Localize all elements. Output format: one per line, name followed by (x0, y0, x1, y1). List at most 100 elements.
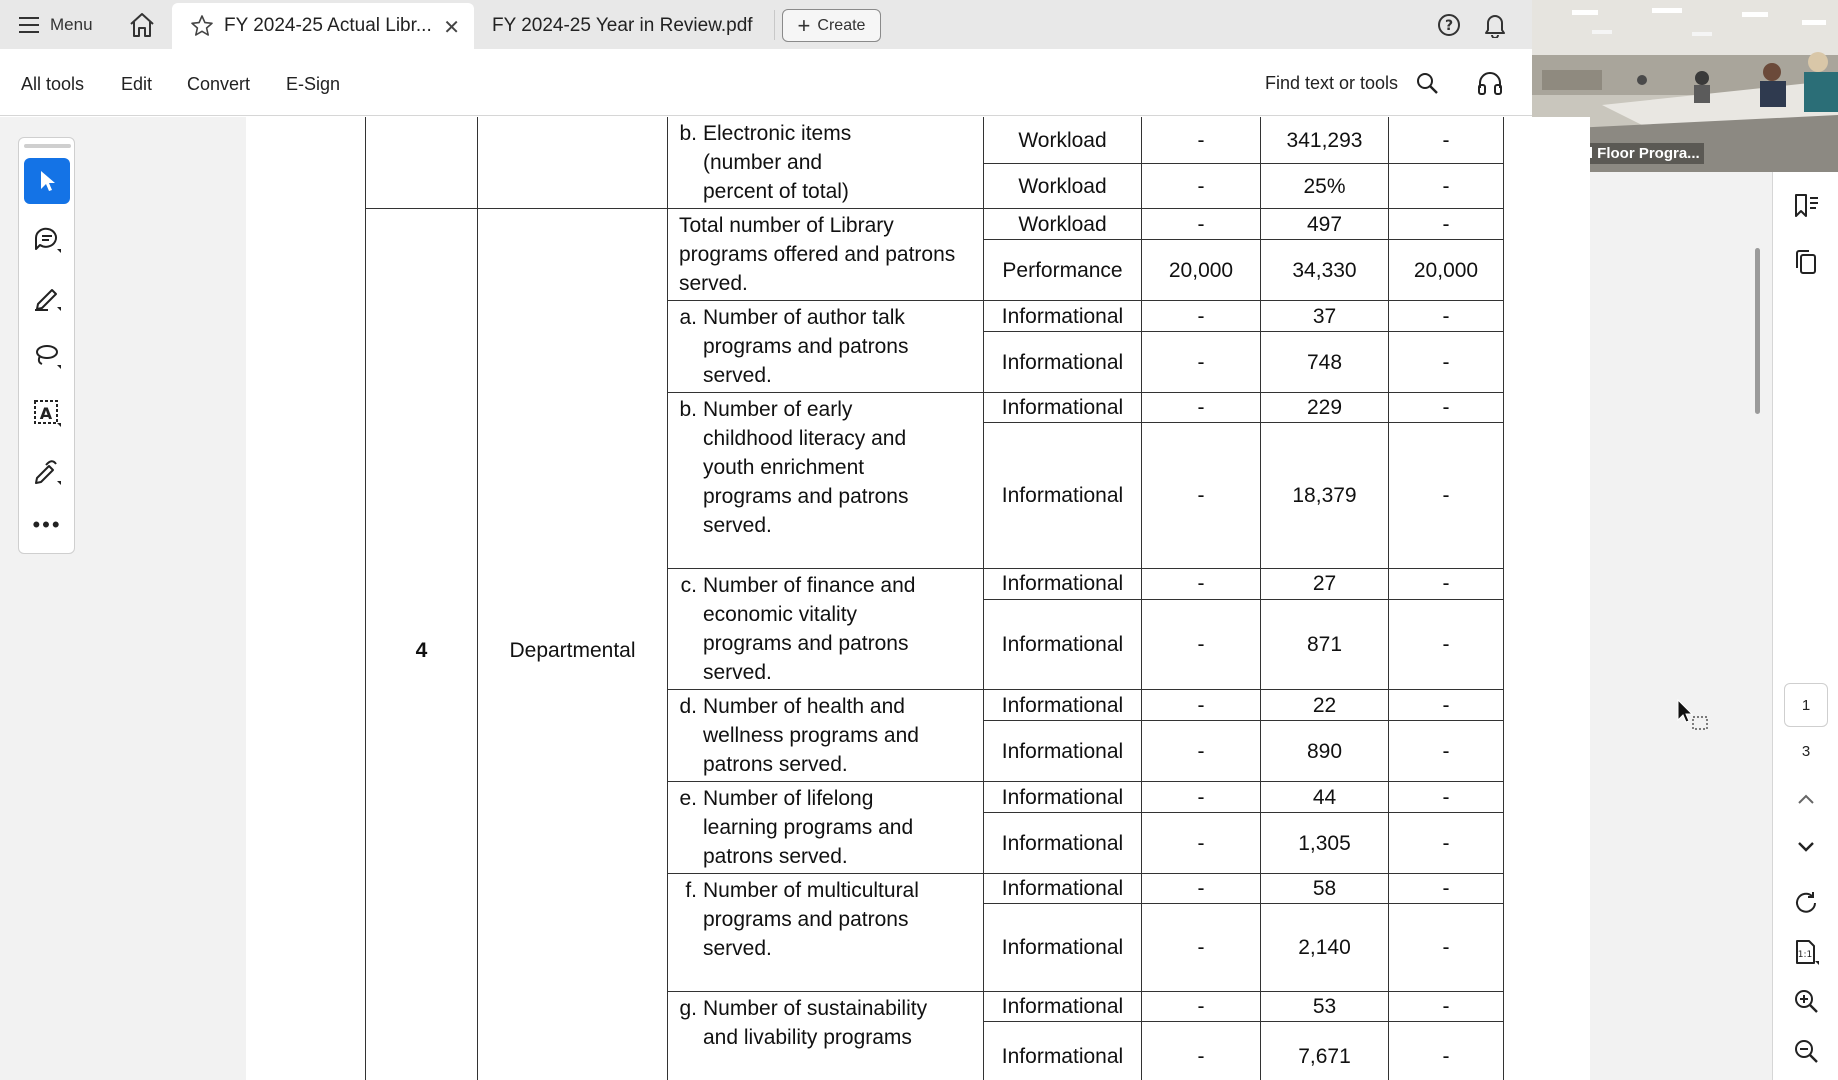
tab-divider (774, 10, 775, 40)
rotate-icon (1796, 892, 1816, 913)
performance-measures-table: b. Electronic items (number and percent o… (365, 117, 1504, 1080)
measure-type-cell: Informational (983, 812, 1142, 874)
edit-button[interactable]: Edit (121, 74, 152, 95)
value-cell: 20,000 (1141, 239, 1261, 301)
value-cell: - (1141, 207, 1261, 241)
value-cell: 497 (1260, 207, 1389, 241)
value-cell: - (1388, 780, 1504, 814)
pages-button[interactable] (1773, 248, 1838, 276)
convert-button[interactable]: Convert (187, 74, 250, 95)
search-button[interactable] (1415, 71, 1439, 100)
measure-type-cell: Informational (983, 1021, 1142, 1080)
measure-type-cell: Informational (983, 568, 1142, 600)
tab-label: FY 2024-25 Actual Libr... (224, 15, 432, 36)
measure-description: a. Number of author talk programs and pat… (667, 300, 984, 393)
value-cell: - (1388, 873, 1504, 904)
value-cell: 37 (1260, 299, 1389, 333)
bookmarks-button[interactable] (1773, 192, 1838, 220)
text-box-icon: A (34, 400, 61, 427)
zoom-out-button[interactable] (1773, 1038, 1838, 1064)
right-rail: 1 3 1:1 (1772, 172, 1838, 1080)
vertical-scrollbar[interactable] (1755, 248, 1760, 414)
value-cell: - (1141, 117, 1261, 165)
item-letter: b. (679, 398, 697, 421)
value-cell: 2,140 (1260, 903, 1389, 992)
measure-description: b. Number of early childhood literacy and… (667, 392, 984, 569)
page-fit-button[interactable]: 1:1 (1773, 938, 1838, 966)
draw-tool-button[interactable] (24, 332, 70, 378)
total-pages: 3 (1801, 743, 1811, 760)
goal-number-cell (365, 117, 478, 209)
value-cell: 890 (1260, 720, 1389, 782)
measure-type-cell: Informational (983, 422, 1142, 569)
value-cell: - (1141, 780, 1261, 814)
next-page-button[interactable] (1773, 840, 1838, 854)
home-icon (130, 13, 154, 37)
copy-pages-icon (1796, 250, 1816, 274)
bell-icon (1485, 15, 1505, 39)
value-cell: - (1141, 331, 1261, 393)
notifications-button[interactable] (1483, 12, 1507, 43)
menu-label: Menu (50, 14, 93, 34)
value-cell: - (1141, 568, 1261, 600)
all-tools-button[interactable]: All tools (21, 74, 84, 95)
comment-icon (34, 227, 61, 253)
previous-page-button[interactable] (1773, 792, 1838, 806)
headphones-icon (1478, 72, 1502, 95)
sign-tool-button[interactable] (24, 448, 70, 494)
mouse-cursor-icon (1676, 698, 1712, 739)
rotate-button[interactable] (1773, 890, 1838, 916)
value-cell: 1,305 (1260, 812, 1389, 874)
value-cell: - (1141, 991, 1261, 1022)
value-cell: - (1388, 903, 1504, 992)
highlight-tool-button[interactable] (24, 274, 70, 320)
star-icon[interactable] (190, 14, 214, 38)
measure-description: e. Number of lifelong learning programs a… (667, 781, 984, 874)
tab-year-in-review[interactable]: FY 2024-25 Year in Review.pdf (474, 3, 774, 49)
page-fit-icon: 1:1 (1796, 940, 1819, 965)
tab-bar: Menu FY 2024-25 Actual Libr... ✕ FY 2024… (0, 0, 1532, 49)
value-cell: 341,293 (1260, 117, 1389, 165)
home-button[interactable] (128, 12, 158, 38)
help-icon: ? (1438, 14, 1460, 36)
measure-type-cell: Informational (983, 873, 1142, 904)
item-letter: d. (679, 695, 697, 718)
main-toolbar: All tools Edit Convert E-Sign Find text … (0, 49, 1532, 116)
item-letter: f. (685, 879, 697, 902)
cursor-arrow-icon (41, 171, 55, 191)
goal-type-cell: Departmental (477, 208, 668, 1080)
select-tool-button[interactable] (24, 158, 70, 204)
esign-button[interactable]: E-Sign (286, 74, 340, 95)
description-text: Number of author talk programs and patro… (703, 306, 909, 387)
value-cell: 748 (1260, 331, 1389, 393)
zoom-in-button[interactable] (1773, 988, 1838, 1014)
measure-type-cell: Performance (983, 239, 1142, 301)
table-row: 4 Departmental Total number of Library pro… (365, 207, 1504, 1080)
find-text-label[interactable]: Find text or tools (1265, 73, 1398, 94)
hamburger-icon (19, 16, 39, 33)
comment-tool-button[interactable] (24, 216, 70, 262)
rail-grip[interactable] (24, 144, 71, 148)
value-cell: 44 (1260, 780, 1389, 814)
measure-description: d. Number of health and wellness programs… (667, 689, 984, 782)
more-tools-button[interactable]: ••• (24, 502, 70, 548)
text-tool-button[interactable]: A (24, 390, 70, 436)
measure-type-cell: Workload (983, 117, 1142, 165)
tab-actual-library[interactable]: FY 2024-25 Actual Libr... ✕ (172, 3, 474, 49)
value-cell: - (1388, 422, 1504, 569)
menu-button[interactable]: Menu (18, 0, 93, 49)
read-aloud-button[interactable] (1477, 71, 1503, 100)
help-button[interactable]: ? (1437, 13, 1461, 42)
value-cell: - (1388, 392, 1504, 423)
value-cell: - (1141, 873, 1261, 904)
measure-description: c. Number of finance and economic vitalit… (667, 568, 984, 690)
create-button[interactable]: + Create (782, 9, 881, 42)
value-cell: - (1388, 299, 1504, 333)
measure-type-cell: Informational (983, 720, 1142, 782)
zoom-in-icon (1795, 990, 1818, 1013)
document-viewport[interactable]: b. Electronic items (number and percent o… (246, 117, 1590, 1080)
current-page-input[interactable]: 1 (1784, 683, 1828, 727)
item-letter: a. (679, 306, 697, 329)
close-icon[interactable]: ✕ (443, 15, 460, 40)
goal-type-cell (477, 117, 668, 209)
